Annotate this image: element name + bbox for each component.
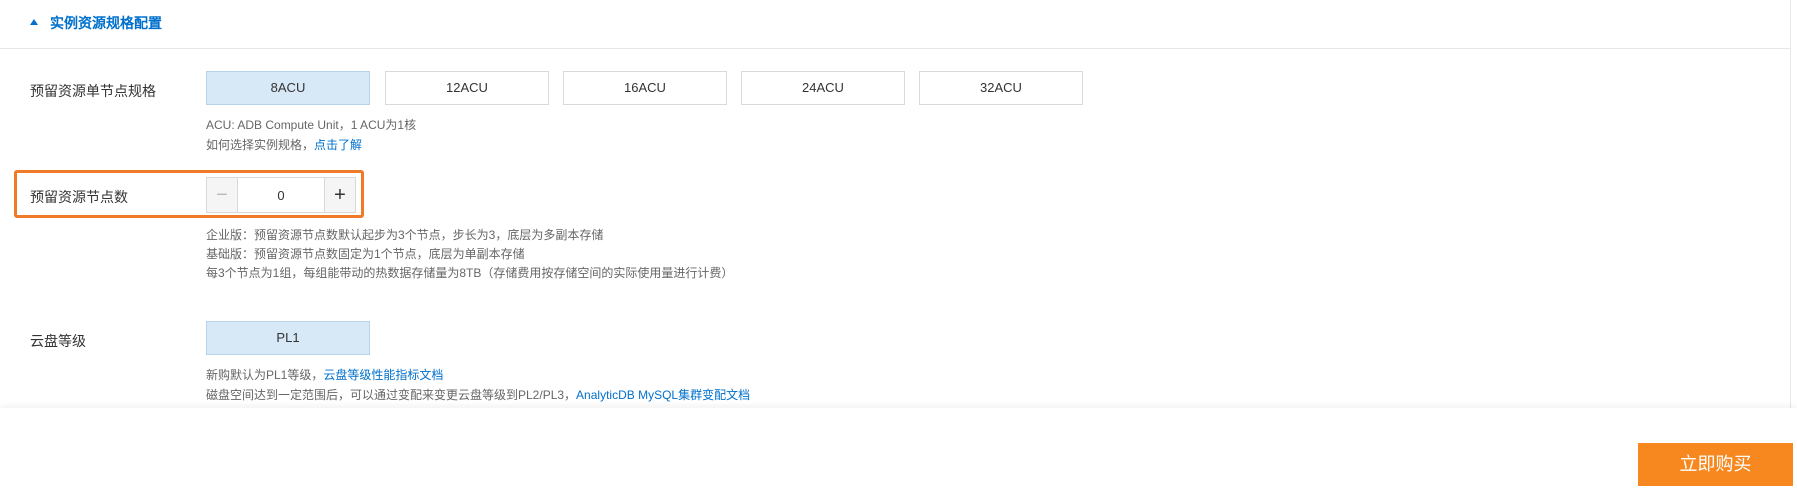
panel-right-border <box>1790 0 1791 408</box>
node-count-hint-2: 基础版：预留资源节点数固定为1个节点，底层为单副本存储 <box>206 247 525 261</box>
node-count-input[interactable] <box>238 178 324 212</box>
decrement-button[interactable]: − <box>207 178 238 212</box>
disk-level-hint-1-text: 新购默认为PL1等级， <box>206 368 324 382</box>
node-spec-hint-1: ACU: ADB Compute Unit，1 ACU为1核 <box>206 118 417 132</box>
disk-level-doc-link[interactable]: 云盘等级性能指标文档 <box>323 368 443 382</box>
spec-learn-more-link[interactable]: 点击了解 <box>314 138 362 152</box>
node-spec-hint-2: 如何选择实例规格，点击了解 <box>206 136 362 154</box>
disk-level-hint-2: 磁盘空间达到一定范围后，可以通过变配来变更云盘等级到PL2/PL3，Analyt… <box>206 386 750 404</box>
disk-level-hint-1: 新购默认为PL1等级，云盘等级性能指标文档 <box>206 366 443 384</box>
disk-option-pl1[interactable]: PL1 <box>206 321 370 355</box>
spec-option-12acu[interactable]: 12ACU <box>385 71 549 105</box>
buy-now-button[interactable]: 立即购买 <box>1638 443 1793 486</box>
footer-bar <box>0 408 1797 501</box>
node-count-hint-1: 企业版：预留资源节点数默认起步为3个节点，步长为3，底层为多副本存储 <box>206 228 604 242</box>
node-spec-label: 预留资源单节点规格 <box>30 83 156 99</box>
disk-level-hint-2-text: 磁盘空间达到一定范围后，可以通过变配来变更云盘等级到PL2/PL3， <box>206 388 577 402</box>
increment-button[interactable]: + <box>324 178 355 212</box>
node-count-hint-3: 每3个节点为1组，每组能带动的热数据存储量为8TB（存储费用按存储空间的实际使用… <box>206 266 734 280</box>
node-spec-hint-2-text: 如何选择实例规格， <box>206 138 315 152</box>
config-panel: 实例资源规格配置 预留资源单节点规格 8ACU 12ACU 16ACU 24AC… <box>0 0 1790 408</box>
disk-level-label: 云盘等级 <box>30 333 86 349</box>
collapse-triangle-icon[interactable] <box>30 19 38 25</box>
node-count-stepper: − + <box>206 177 356 213</box>
spec-option-8acu[interactable]: 8ACU <box>206 71 370 105</box>
cluster-resize-doc-link[interactable]: AnalyticDB MySQL集群变配文档 <box>576 388 750 402</box>
section-title[interactable]: 实例资源规格配置 <box>50 13 162 33</box>
section-header[interactable]: 实例资源规格配置 <box>0 0 1790 49</box>
spec-option-32acu[interactable]: 32ACU <box>919 71 1083 105</box>
spec-option-24acu[interactable]: 24ACU <box>741 71 905 105</box>
node-count-label: 预留资源节点数 <box>30 189 128 205</box>
spec-option-16acu[interactable]: 16ACU <box>563 71 727 105</box>
